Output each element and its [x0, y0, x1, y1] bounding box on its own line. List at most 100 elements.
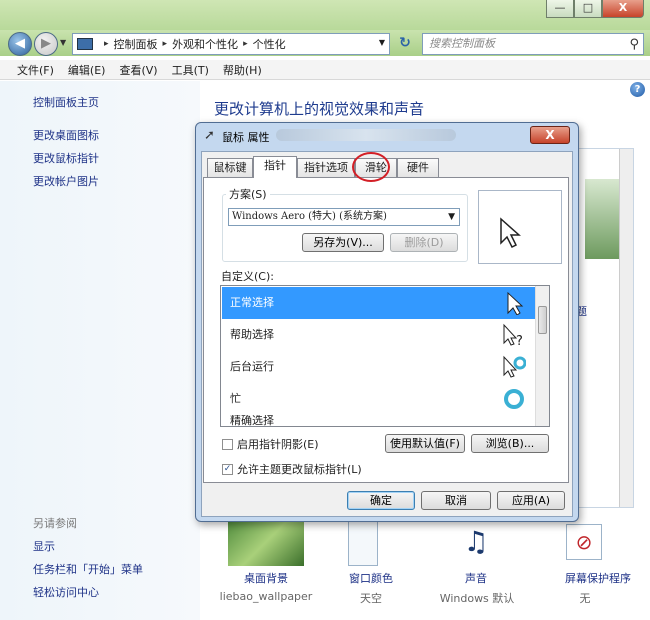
cursor-row-label: 忙	[230, 392, 241, 405]
wheel-tab-highlight-circle	[352, 152, 390, 182]
arrow-cursor-icon	[507, 291, 524, 315]
list-item[interactable]: 正常选择	[222, 287, 536, 319]
chevron-down-icon[interactable]: ▼	[448, 209, 455, 225]
tab-hardware[interactable]: 硬件	[397, 158, 439, 177]
dialog-title: 鼠标 属性	[222, 131, 270, 144]
checkbox-label: 启用指针阴影(E)	[237, 438, 319, 451]
window-titlebar: — □ X	[0, 0, 650, 30]
list-item[interactable]: 忙	[222, 383, 536, 415]
cancel-button[interactable]: 取消	[421, 491, 491, 510]
navigation-bar: ◀ ▶ ▼ ▸ 控制面板 ▸ 外观和个性化 ▸ 个性化 ▼ ↻ 搜索控制面板 ⚲	[0, 30, 650, 56]
help-cursor-icon: ?	[503, 323, 523, 347]
apply-button[interactable]: 应用(A)	[497, 491, 565, 510]
sidebar: 控制面板主页 更改桌面图标 更改鼠标指针 更改帐户图片 另请参阅 显示 任务栏和…	[0, 81, 200, 620]
see-also-taskbar[interactable]: 任务栏和「开始」菜单	[33, 561, 143, 577]
sidebar-link-account-picture[interactable]: 更改帐户图片	[33, 173, 99, 189]
tab-buttons[interactable]: 鼠标键	[207, 158, 253, 177]
menu-file[interactable]: 文件(F)	[10, 60, 61, 79]
dialog-close-button[interactable]: X	[530, 126, 570, 144]
screensaver-link[interactable]: 屏幕保护程序	[552, 570, 644, 586]
close-button[interactable]: X	[602, 0, 644, 18]
checkbox-box[interactable]	[222, 438, 233, 450]
cursor-row-label: 正常选择	[230, 296, 274, 309]
browse-button[interactable]: 浏览(B)...	[471, 434, 549, 453]
busy-cursor-icon	[504, 389, 524, 409]
address-bar[interactable]: ▸ 控制面板 ▸ 外观和个性化 ▸ 个性化 ▼	[72, 33, 390, 55]
scrollbar-thumb[interactable]	[538, 306, 547, 334]
save-as-button[interactable]: 另存为(V)...	[302, 233, 384, 252]
list-item[interactable]: 精确选择	[222, 415, 536, 426]
ok-button[interactable]: 确定	[347, 491, 415, 510]
menu-bar: 文件(F) 编辑(E) 查看(V) 工具(T) 帮助(H)	[0, 60, 650, 80]
menu-tools[interactable]: 工具(T)	[165, 60, 216, 79]
cursor-row-label: 后台运行	[230, 360, 274, 373]
scheme-selected-value: Windows Aero (特大) (系统方案)	[232, 211, 387, 222]
window-color-link[interactable]: 窗口颜色	[334, 570, 408, 586]
pointer-preview	[478, 190, 562, 264]
refresh-icon[interactable]: ↻	[394, 33, 416, 55]
window-color-swatch[interactable]	[348, 518, 378, 566]
sounds-link[interactable]: 声音	[438, 570, 514, 586]
sounds-value: Windows 默认	[439, 592, 515, 605]
see-also-ease-of-access[interactable]: 轻松访问中心	[33, 584, 99, 600]
customize-label: 自定义(C):	[221, 270, 274, 283]
menu-view[interactable]: 查看(V)	[112, 60, 164, 79]
see-also-display[interactable]: 显示	[33, 538, 55, 554]
recent-pages-dropdown[interactable]: ▼	[60, 38, 66, 47]
chevron-right-icon[interactable]: ▸	[104, 39, 109, 49]
scheme-label: 方案(S)	[226, 186, 270, 202]
svg-text:?: ?	[516, 334, 523, 347]
mouse-icon: ➚	[204, 128, 215, 143]
blurred-region	[276, 129, 456, 141]
maximize-button[interactable]: □	[574, 0, 602, 18]
forward-button[interactable]: ▶	[34, 32, 58, 56]
sidebar-link-mouse-pointers[interactable]: 更改鼠标指针	[33, 150, 99, 166]
cursor-row-label: 帮助选择	[230, 328, 274, 341]
list-item[interactable]: 后台运行	[222, 351, 536, 383]
search-input[interactable]: 搜索控制面板 ⚲	[422, 33, 644, 55]
checkmark-icon[interactable]: ✓	[222, 463, 233, 475]
chevron-down-icon[interactable]: ▼	[379, 38, 385, 47]
no-screensaver-icon[interactable]: ⊘	[566, 524, 602, 560]
list-item[interactable]: 帮助选择 ?	[222, 319, 536, 351]
working-in-background-cursor-icon	[503, 355, 526, 378]
breadcrumb-appearance[interactable]: 外观和个性化	[172, 36, 238, 52]
chevron-right-icon[interactable]: ▸	[163, 39, 168, 49]
tab-pointers[interactable]: 指针	[253, 156, 297, 178]
tab-pointer-options[interactable]: 指针选项	[297, 158, 355, 177]
window-controls: — □ X	[546, 0, 644, 18]
back-button[interactable]: ◀	[8, 32, 32, 56]
control-panel-icon	[77, 38, 93, 50]
see-also-heading: 另请参阅	[33, 517, 77, 530]
music-notes-icon[interactable]: ♫	[454, 520, 498, 564]
cursor-list[interactable]: 正常选择 帮助选择 ? 后台运行 忙 精确选择	[220, 285, 550, 427]
checkbox-label: 允许主题更改鼠标指针(L)	[237, 463, 362, 476]
sidebar-link-home[interactable]: 控制面板主页	[33, 94, 99, 110]
list-scrollbar[interactable]	[535, 286, 549, 426]
arrow-cursor-icon	[500, 217, 521, 249]
allow-theme-pointer-checkbox[interactable]: ✓ 允许主题更改鼠标指针(L)	[222, 461, 362, 477]
search-icon[interactable]: ⚲	[629, 35, 639, 55]
sidebar-link-desktop-icons[interactable]: 更改桌面图标	[33, 127, 99, 143]
menu-help[interactable]: 帮助(H)	[216, 60, 269, 79]
menu-edit[interactable]: 编辑(E)	[61, 60, 113, 79]
pointer-shadow-checkbox[interactable]: 启用指针阴影(E)	[222, 436, 319, 452]
desktop-background-link[interactable]: 桌面背景	[224, 570, 308, 586]
chevron-right-icon[interactable]: ▸	[243, 39, 248, 49]
use-default-button[interactable]: 使用默认值(F)	[385, 434, 465, 453]
desktop-background-value: liebao_wallpaper	[219, 590, 313, 603]
breadcrumb-personalization[interactable]: 个性化	[253, 36, 286, 52]
back-arrow-icon: ◀	[15, 36, 25, 51]
delete-button[interactable]: 删除(D)	[390, 233, 458, 252]
window-color-value: 天空	[360, 592, 382, 605]
scheme-select[interactable]: Windows Aero (特大) (系统方案) ▼	[228, 208, 460, 226]
minimize-button[interactable]: —	[546, 0, 574, 18]
desktop-background-thumbnail[interactable]	[228, 518, 304, 566]
theme-thumbnail[interactable]	[585, 179, 621, 259]
breadcrumb-control-panel[interactable]: 控制面板	[114, 36, 158, 52]
search-placeholder: 搜索控制面板	[429, 37, 495, 50]
help-icon[interactable]: ?	[630, 82, 645, 97]
dialog-titlebar[interactable]: ➚ 鼠标 属性 X	[196, 123, 578, 149]
forward-arrow-icon: ▶	[41, 36, 51, 51]
gallery-scrollbar[interactable]	[619, 149, 633, 507]
